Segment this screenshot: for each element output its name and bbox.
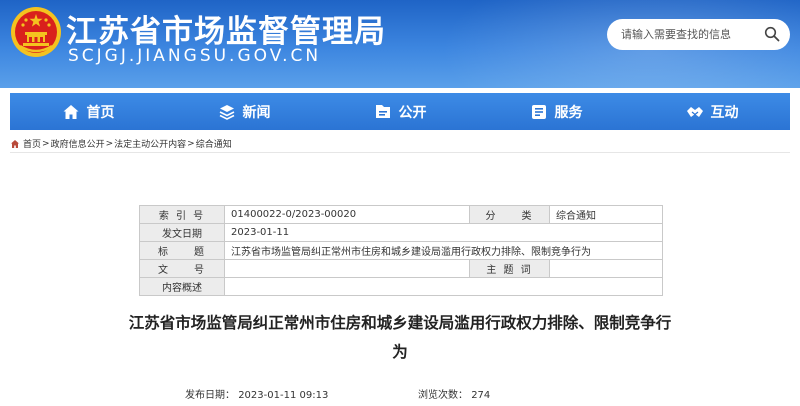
article-title-line-1: 江苏省市场监管局纠正常州市住房和城乡建设局滥用行政权力排除、限制竞争行 [128, 314, 672, 332]
nav-item-label: 首页 [86, 104, 115, 121]
home-icon [63, 104, 78, 119]
site-title: 江苏省市场监督管理局 [66, 14, 386, 50]
article-title-line-2: 为 [392, 343, 408, 361]
index-value: 01400022-0/2023-00020 [224, 205, 470, 224]
summary-label: 内容概述 [139, 277, 225, 296]
breadcrumb-gov-info[interactable]: 政府信息公开 [51, 137, 105, 150]
nav-item-label: 服务 [554, 104, 583, 121]
main-nav: 首页 新闻 公开 服务 互动 [10, 93, 790, 130]
nav-item-news[interactable]: 新闻 [218, 102, 271, 122]
nav-item-home[interactable]: 首页 [62, 102, 115, 122]
interaction-icon [686, 106, 703, 117]
divider [10, 152, 790, 153]
meta-row: 发文日期 2023-01-11 [139, 223, 663, 242]
nav-item-label: 互动 [710, 104, 739, 121]
home-icon [11, 139, 19, 148]
subject-value [549, 259, 663, 278]
breadcrumb-notice[interactable]: 综合通知 [196, 137, 232, 150]
docno-value [224, 259, 470, 278]
nav-item-interaction[interactable]: 互动 [686, 102, 739, 122]
breadcrumb-statutory[interactable]: 法定主动公开内容 [114, 137, 186, 150]
summary-value [224, 277, 663, 296]
category-value: 综合通知 [549, 205, 663, 224]
views-label: 浏览次数： [418, 390, 468, 401]
view-count: 浏览次数： 274 [418, 386, 490, 401]
index-label: 索 引 号 [139, 205, 225, 224]
document-meta-table: 索 引 号 01400022-0/2023-00020 分 类 综合通知 发文日… [139, 205, 663, 296]
title-label: 标 题 [139, 241, 225, 260]
disclosure-icon [375, 104, 390, 118]
search-input[interactable] [621, 28, 756, 41]
category-label: 分 类 [469, 205, 550, 224]
news-icon [219, 104, 234, 120]
national-emblem-icon [11, 7, 61, 57]
nav-item-disclosure[interactable]: 公开 [374, 102, 427, 122]
publish-label: 发布日期： [185, 390, 235, 401]
nav-item-label: 新闻 [242, 104, 271, 121]
breadcrumb-separator: > [42, 138, 50, 149]
breadcrumb-separator: > [105, 138, 114, 149]
search-box [607, 19, 790, 50]
date-label: 发文日期 [139, 223, 225, 242]
views-value: 274 [471, 390, 491, 401]
site-domain: SCJGJ.JIANGSU.GOV.CN [68, 46, 322, 66]
meta-row: 标 题 江苏省市场监管局纠正常州市住房和城乡建设局滥用行政权力排除、限制竞争行为 [139, 241, 663, 260]
meta-row: 文 号 主 题 词 [139, 259, 663, 278]
publish-time: 2023-01-11 09:13 [238, 390, 329, 401]
docno-label: 文 号 [139, 259, 225, 278]
meta-row: 索 引 号 01400022-0/2023-00020 分 类 综合通知 [139, 205, 663, 224]
breadcrumb-home[interactable]: 首页 [23, 137, 41, 150]
service-icon [531, 104, 546, 119]
breadcrumb: 首页 > 政府信息公开 > 法定主动公开内容 > 综合通知 [10, 137, 232, 150]
article-title: 江苏省市场监管局纠正常州市住房和城乡建设局滥用行政权力排除、限制竞争行 为 [85, 309, 715, 367]
search-icon[interactable] [764, 26, 780, 42]
nav-item-label: 公开 [398, 104, 427, 121]
nav-item-service[interactable]: 服务 [530, 102, 583, 122]
subject-label: 主 题 词 [469, 259, 550, 278]
title-value: 江苏省市场监管局纠正常州市住房和城乡建设局滥用行政权力排除、限制竞争行为 [224, 241, 663, 260]
publish-info: 发布日期： 2023-01-11 09:13 [185, 386, 328, 401]
breadcrumb-separator: > [187, 138, 195, 149]
date-value: 2023-01-11 [224, 223, 663, 242]
meta-row: 内容概述 [139, 277, 663, 296]
site-header: 江苏省市场监督管理局 SCJGJ.JIANGSU.GOV.CN [0, 0, 800, 88]
